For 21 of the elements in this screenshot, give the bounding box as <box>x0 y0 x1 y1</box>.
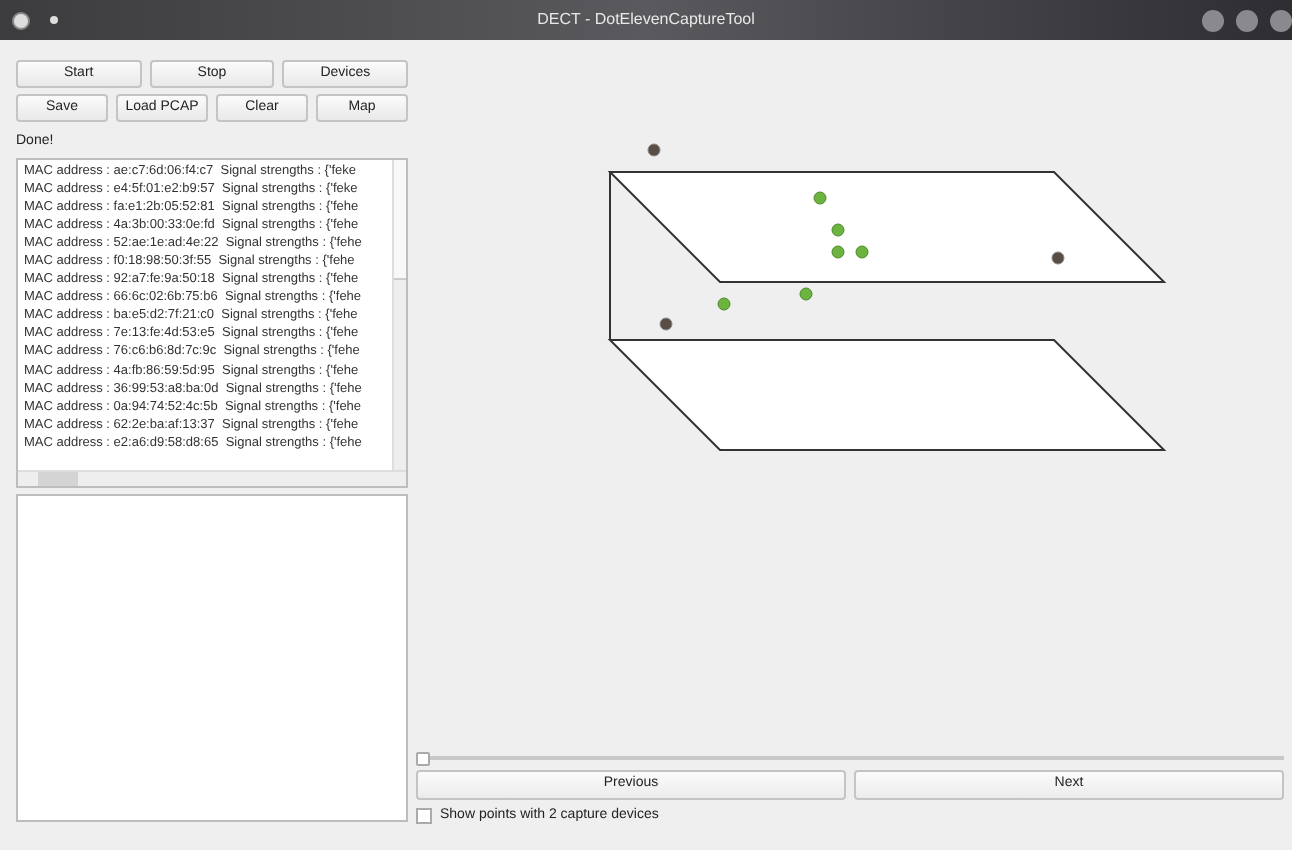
maximize-button[interactable] <box>1236 9 1258 31</box>
point-dot <box>647 143 661 157</box>
point-dot <box>813 191 827 205</box>
close-button[interactable] <box>1270 9 1292 31</box>
slider-thumb[interactable] <box>416 751 430 765</box>
vertical-scrollbar[interactable] <box>392 159 406 469</box>
frame-slider[interactable] <box>416 750 1284 766</box>
capture-list[interactable] <box>16 157 408 487</box>
window-title: DECT - DotElevenCaptureTool <box>537 8 755 32</box>
horizontal-scrollbar[interactable] <box>18 469 406 485</box>
pin-icon[interactable] <box>50 16 58 24</box>
minimize-button[interactable] <box>1202 9 1224 31</box>
point-dot <box>717 297 731 311</box>
point-dot <box>831 245 845 259</box>
point-dot <box>855 245 869 259</box>
checkbox[interactable] <box>416 808 432 825</box>
point-dot <box>831 223 845 237</box>
app-icon <box>12 11 30 29</box>
point-dot <box>799 287 813 301</box>
point-dot <box>659 317 673 331</box>
point-dot <box>1051 251 1065 265</box>
